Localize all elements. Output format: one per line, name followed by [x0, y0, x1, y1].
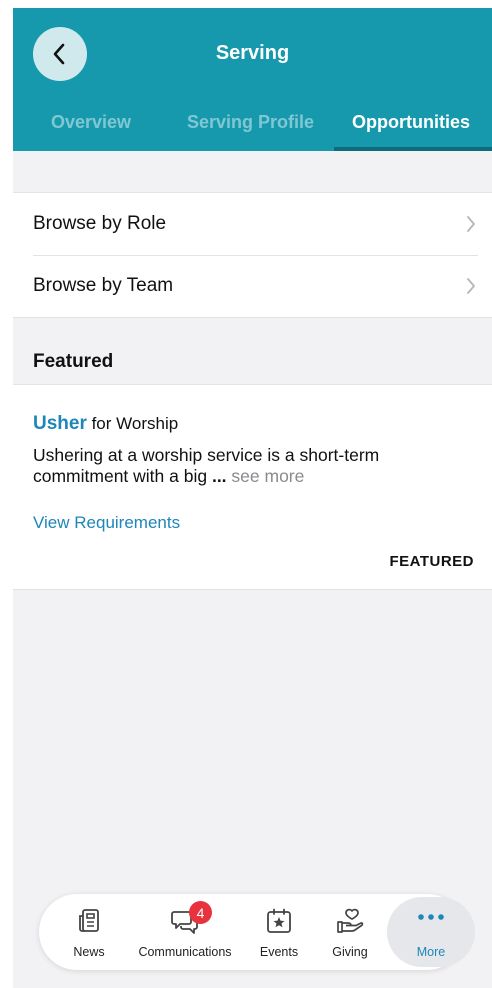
tabbar-item-more[interactable]: More — [387, 897, 475, 967]
view-requirements-link[interactable]: View Requirements — [33, 513, 180, 533]
description-text: Ushering at a worship service is a short… — [33, 445, 380, 486]
browse-by-role-row[interactable]: Browse by Role — [13, 193, 492, 255]
description-ellipsis: ... — [211, 466, 227, 486]
tab-overview[interactable]: Overview — [51, 112, 131, 133]
team-text: for Worship — [86, 414, 179, 433]
news-icon — [79, 909, 99, 932]
tabbar-label-news: News — [73, 945, 105, 959]
opportunity-description: Ushering at a worship service is a short… — [33, 445, 453, 487]
browse-by-role-label: Browse by Role — [33, 213, 167, 234]
tabbar-item-communications[interactable]: 4 Communications — [133, 894, 237, 970]
tabbar-label-communications: Communications — [138, 945, 232, 959]
tabbar-item-news[interactable]: News — [61, 894, 117, 970]
unread-count-badge: 4 — [189, 901, 212, 924]
active-tab-indicator — [334, 147, 492, 151]
tabbar-label-events: Events — [259, 945, 299, 959]
tabbar-item-giving[interactable]: Giving — [322, 894, 378, 970]
opportunity-title: Usher for Worship — [33, 413, 178, 435]
chevron-right-icon — [467, 278, 475, 294]
bottom-tab-bar: News 4 Communications Events Giving More — [39, 894, 475, 970]
browse-by-team-label: Browse by Team — [33, 275, 174, 296]
tabbar-item-events[interactable]: Events — [253, 894, 305, 970]
tab-opportunities[interactable]: Opportunities — [352, 112, 470, 133]
see-more-link[interactable]: see more — [227, 466, 304, 486]
tabbar-label-more: More — [416, 945, 446, 959]
page-title: Serving — [215, 42, 290, 64]
calendar-star-icon — [267, 908, 291, 933]
featured-section-title: Featured — [33, 351, 114, 372]
tab-serving-profile[interactable]: Serving Profile — [187, 112, 314, 133]
role-link[interactable]: Usher — [33, 413, 87, 434]
tabbar-label-giving: Giving — [332, 945, 368, 959]
header: Serving Overview Serving Profile Opportu… — [13, 8, 492, 151]
browse-list: Browse by Role Browse by Team — [13, 192, 492, 318]
featured-opportunity-card: Usher for Worship Ushering at a worship … — [13, 384, 492, 590]
featured-badge: FEATURED — [389, 553, 474, 570]
heart-hand-icon — [337, 908, 364, 933]
browse-by-team-row[interactable]: Browse by Team — [13, 255, 492, 317]
chevron-right-icon — [467, 216, 475, 232]
app-frame: Serving Overview Serving Profile Opportu… — [13, 8, 492, 988]
featured-section-header: Featured — [13, 318, 492, 384]
tab-bar: Overview Serving Profile Opportunities — [13, 108, 492, 151]
more-dots-icon — [418, 914, 444, 920]
